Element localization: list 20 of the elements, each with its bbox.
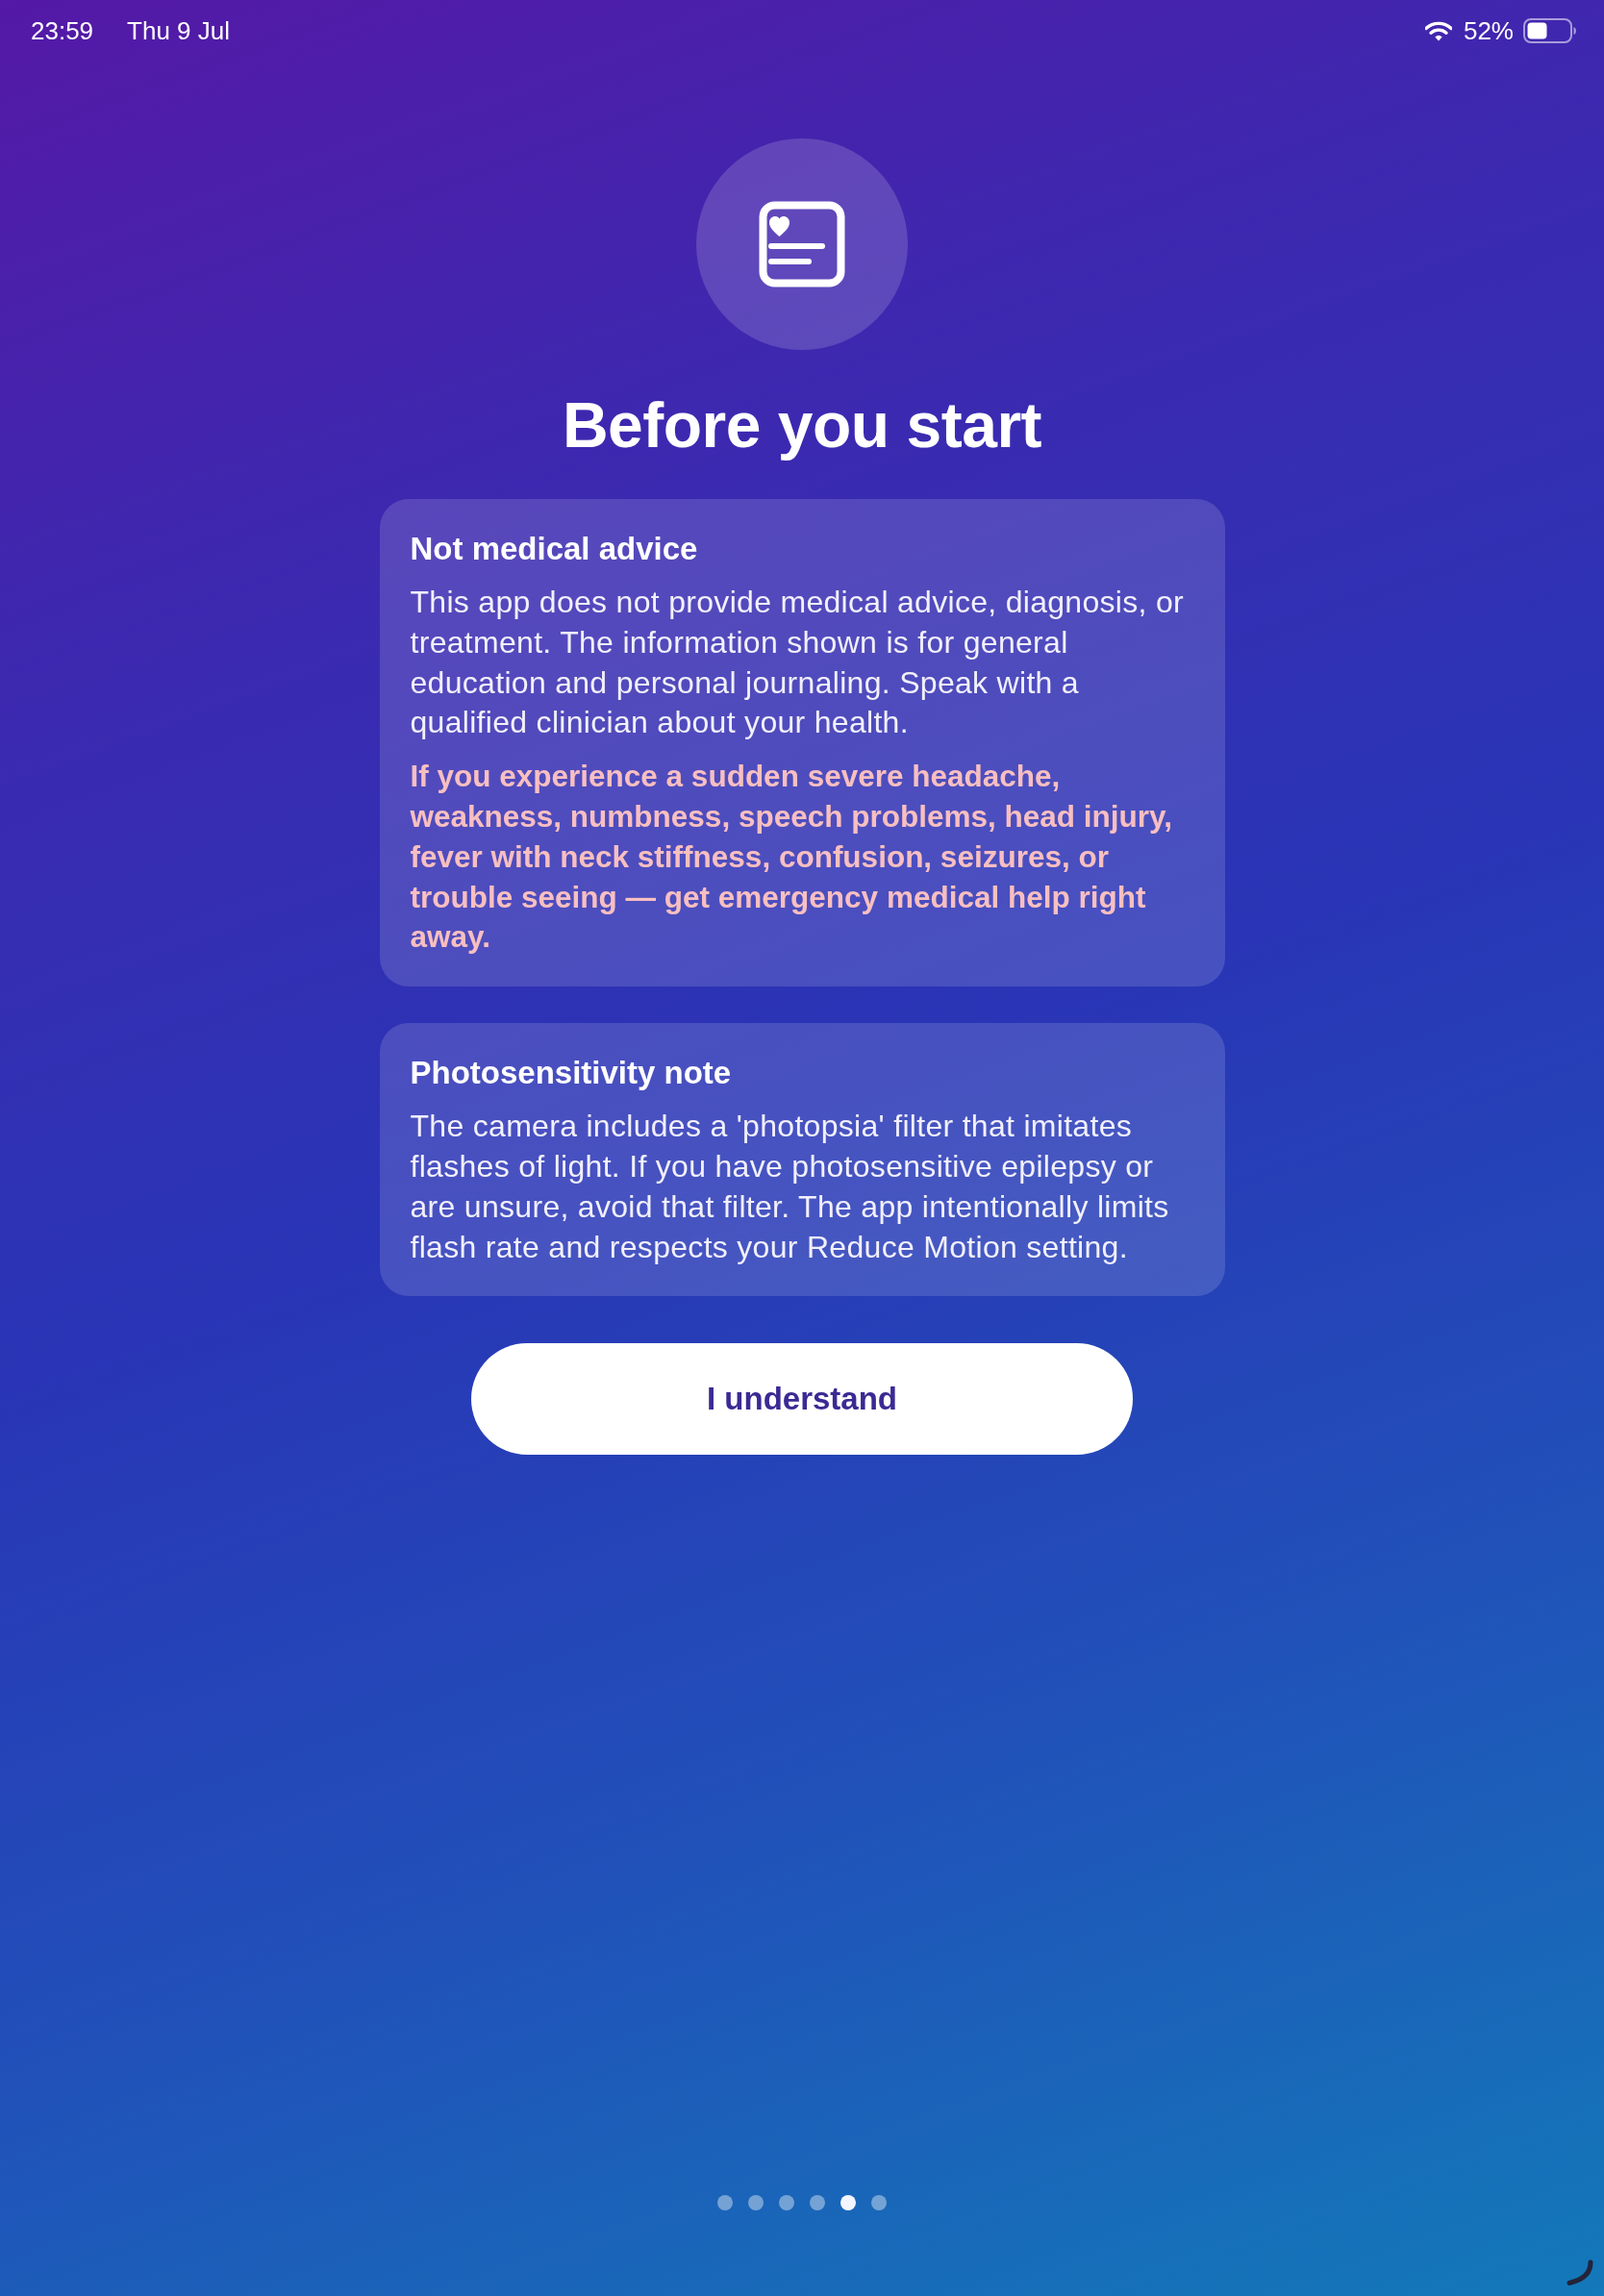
battery-icon xyxy=(1523,18,1577,43)
card-body-text: This app does not provide medical advice, diagnosis, or treatment. The information shown is for general education and personal journaling. Speak with a qualified clinician about your health. xyxy=(410,584,1185,742)
card-body-text: The camera includes a 'photopsia' filter that imitates flashes of light. If you have photosensitive epilepsy or are unsure, avoid that filter. The app intentionally limits flash rate and respects your Reduce Motion setting. xyxy=(410,1108,1170,1266)
arc-icon xyxy=(1566,2259,1594,2286)
page-dot[interactable] xyxy=(871,2195,887,2210)
warning-text: If you experience a sudden severe headache, weakness, numbness, speech problems, head injury, fever with neck stiffness, confusion, seizures, or trouble seeing — get emergency medical help right away. xyxy=(410,758,1173,957)
page-dot[interactable] xyxy=(810,2195,825,2210)
card-title: Photosensitivity note xyxy=(410,1054,733,1093)
status-time: 23:59 xyxy=(31,15,94,46)
status-date: Thu 9 Jul xyxy=(127,15,231,46)
page-title: Before you start xyxy=(562,388,1042,462)
page-dot[interactable] xyxy=(779,2195,794,2210)
page-dot[interactable] xyxy=(840,2195,856,2210)
page-dot[interactable] xyxy=(748,2195,764,2210)
understand-button[interactable]: I understand xyxy=(471,1343,1133,1456)
wifi-icon xyxy=(1424,20,1452,41)
card-title: Not medical advice xyxy=(410,530,699,568)
heart-document-icon xyxy=(696,138,908,350)
battery-percent: 52% xyxy=(1463,15,1514,46)
page-dot[interactable] xyxy=(717,2195,733,2210)
